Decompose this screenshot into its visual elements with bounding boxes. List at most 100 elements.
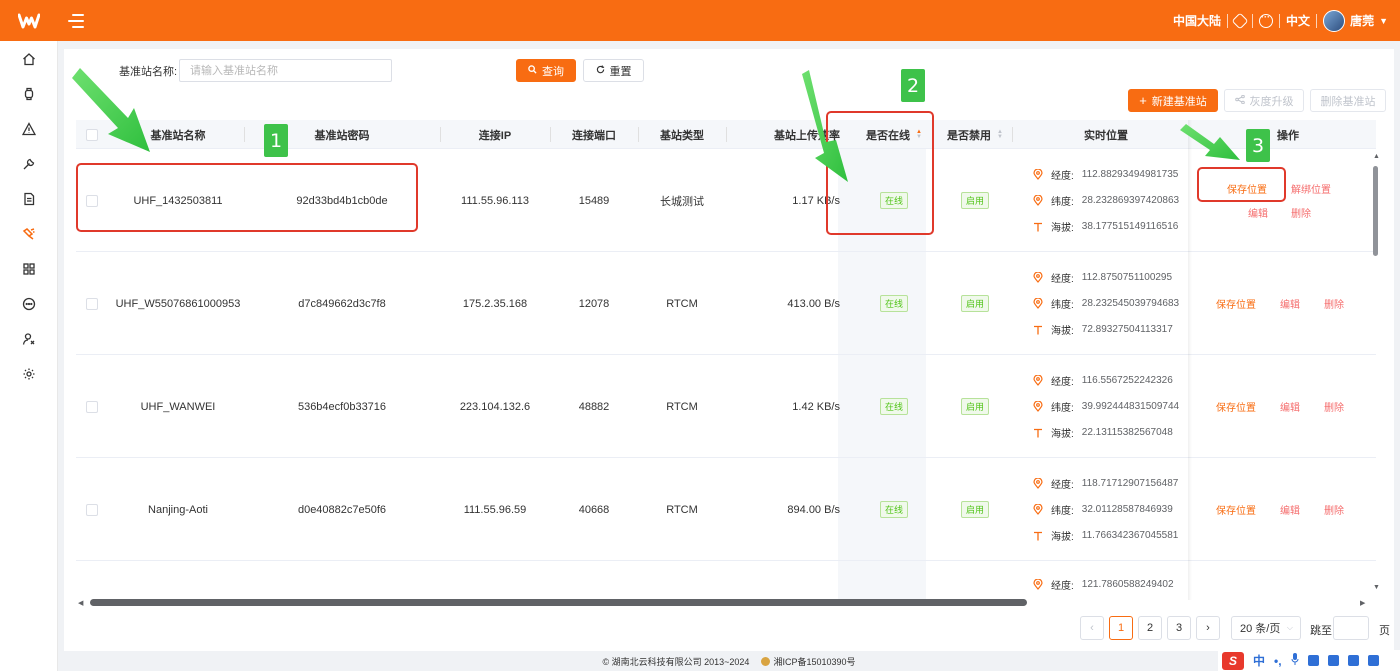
icp-link[interactable]: 湘ICP备15010390号 [761,655,855,668]
table-row: UHF_WANWEI 536b4ecf0b33716 223.104.132.6… [76,355,1376,458]
online-status: 在线 [850,458,938,561]
save-location-link[interactable]: 保存位置 [1216,296,1256,311]
longitude-label: 经度: [1051,581,1074,592]
menu-grid-icon[interactable] [1367,655,1379,666]
sidebar-item-users[interactable] [0,321,58,356]
annotation-box-2 [826,111,934,235]
reset-button-label: 重置 [609,65,632,78]
gray-upgrade-label: 灰度升级 [1249,95,1294,108]
home-icon [23,52,35,65]
next-page-button[interactable]: › [1196,616,1220,640]
page-1-button[interactable]: 1 [1109,616,1133,640]
scroll-left-icon[interactable]: ◀ [78,599,83,607]
col-disabled[interactable]: 是否禁用 ▲ ▼ [938,120,1012,149]
chat-icon[interactable] [1259,12,1274,28]
edit-link[interactable]: 编辑 [1280,296,1300,311]
delete-link[interactable]: 删除 [1324,296,1344,311]
sidebar-item-base-station[interactable] [0,216,58,251]
horizontal-scrollbar[interactable] [90,599,1027,606]
vertical-scrollbar[interactable] [1373,166,1378,256]
page-3-button[interactable]: 3 [1167,616,1191,640]
sort-icon[interactable]: ▲ ▼ [997,129,1003,140]
delete-link[interactable]: 删除 [1324,399,1344,414]
edit-link[interactable]: 编辑 [1280,399,1300,414]
avatar[interactable] [1323,9,1346,32]
sidebar-item-apps[interactable] [0,251,58,286]
annotation-number-3: 3 [1246,129,1270,162]
sidebar-item-tools[interactable] [0,146,58,181]
station-name: Nanjing-Aoti [148,503,208,516]
ime-toolbar: S 中 •, [1218,650,1400,671]
connection-port: 40668 [578,503,610,516]
app-logo[interactable] [0,0,58,41]
chevron-down-icon[interactable]: ▼ [1379,16,1388,26]
ime-punctuation[interactable]: •, [1274,654,1282,668]
jump-page-input[interactable] [1333,616,1369,640]
sidebar-item-alarm[interactable] [0,111,58,146]
station-name-input[interactable] [179,59,392,82]
reset-button[interactable]: 重置 [583,59,644,82]
row-checkbox[interactable] [86,297,98,310]
station-type: RTCM [666,503,698,516]
user-name[interactable]: 唐莞 [1350,12,1374,29]
connection-ip: 111.55.96.113 [461,194,529,207]
status-badge: 启用 [960,192,989,209]
enabled-status: 启用 [938,149,1012,252]
search-button[interactable]: 查询 [516,59,576,82]
scroll-right-icon[interactable]: ▶ [1360,599,1365,607]
refresh-icon [596,64,605,77]
row-select-cell [76,252,108,355]
sidebar-item-document[interactable] [0,181,58,216]
col-ip: 连接IP [478,129,512,142]
scroll-up-icon[interactable]: ▲ [1373,153,1380,160]
select-all-checkbox[interactable] [86,128,98,141]
prev-page-button[interactable]: ‹ [1080,616,1104,640]
status-badge: 启用 [960,501,989,518]
station-type: RTCM [666,400,698,413]
row-checkbox[interactable] [86,503,98,516]
page-size-select[interactable]: 20 条/页 ⌵ [1231,616,1301,640]
language-switch[interactable]: 中文 [1286,12,1310,29]
satellite-icon [22,227,35,240]
enabled-status: 启用 [938,355,1012,458]
sidebar-item-device[interactable] [0,76,58,111]
filter-label: 基准站名称: [119,66,178,78]
sidebar-item-messages[interactable] [0,286,58,321]
edit-link[interactable]: 编辑 [1248,205,1268,220]
unbind-location-link[interactable]: 解绑位置 [1291,181,1331,196]
create-station-button[interactable]: + 新建基准站 [1128,89,1218,112]
settings-icon[interactable] [1231,12,1249,29]
delete-station-button[interactable]: 删除基准站 [1310,89,1386,112]
keyboard-icon[interactable] [1307,655,1319,666]
scroll-down-icon[interactable]: ▼ [1373,584,1380,591]
delete-link[interactable]: 删除 [1291,205,1311,220]
enabled-status: 启用 [938,458,1012,561]
upload-rate: 413.00 B/s [787,297,840,310]
menu-toggle-icon[interactable] [68,13,84,28]
search-button-label: 查询 [542,65,564,78]
sidebar-item-home[interactable] [0,41,58,76]
row-checkbox[interactable] [86,400,98,413]
toolbox-icon[interactable] [1327,655,1339,666]
page-2-button[interactable]: 2 [1138,616,1162,640]
sidebar-item-settings[interactable] [0,356,58,391]
delete-link[interactable]: 删除 [1324,502,1344,517]
table-row: Nanjing-Aoti d0e40882c7e50f6 111.55.96.5… [76,458,1376,561]
col-disabled-label: 是否禁用 [947,129,992,142]
altitude-label: 海拔: [1051,429,1074,440]
edit-link[interactable]: 编辑 [1280,502,1300,517]
realtime-location: 经度: 116.5567252242326 纬度: 39.9924448315097… [1032,355,1179,458]
gray-upgrade-button[interactable]: 灰度升级 [1224,89,1304,112]
longitude-value: 118.71712907156487 [1081,478,1179,489]
warning-icon [22,121,36,135]
latitude-label: 纬度: [1051,300,1074,311]
skin-icon[interactable] [1347,655,1359,666]
save-location-link[interactable]: 保存位置 [1216,399,1256,414]
ime-logo-icon[interactable]: S [1222,651,1244,670]
latitude-value: 28.232545039794683 [1081,298,1180,309]
region-switch[interactable]: 中国大陆 [1173,12,1221,29]
microphone-icon[interactable] [1291,653,1299,668]
save-location-link[interactable]: 保存位置 [1216,502,1256,517]
ime-mode[interactable]: 中 [1253,652,1265,669]
copyright: © 湖南北云科技有限公司 2013~2024 [602,656,750,667]
